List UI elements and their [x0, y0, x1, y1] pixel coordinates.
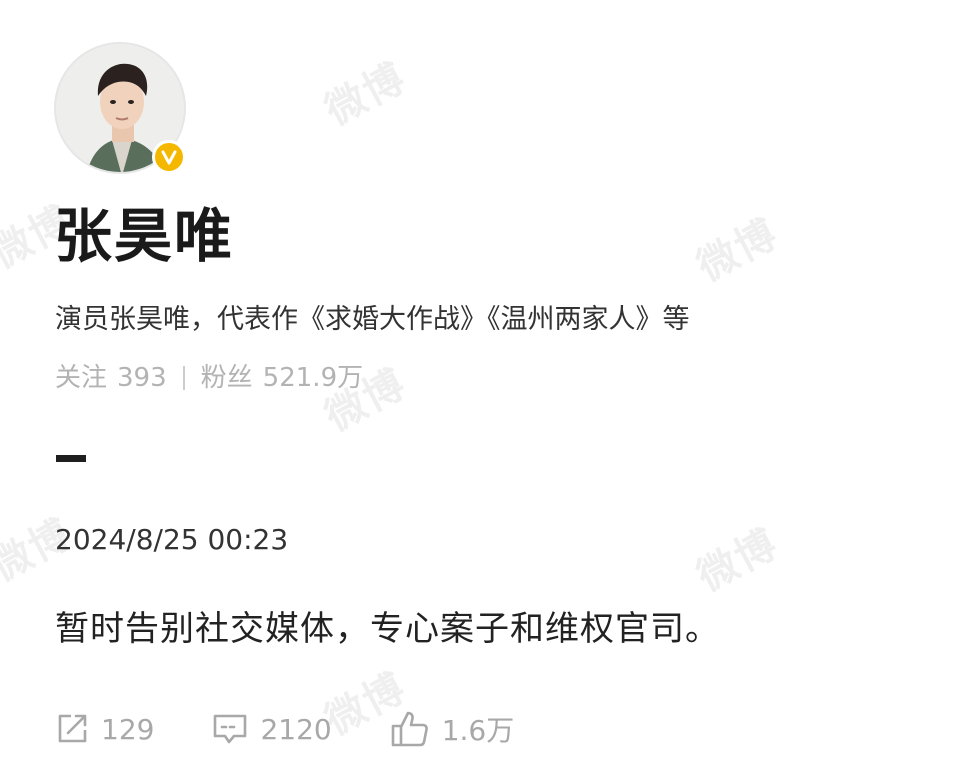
repost-icon	[58, 714, 87, 743]
post-actions: 129 2120 1.6万	[55, 705, 514, 753]
watermark: 微博	[689, 210, 786, 291]
post-timestamp: 2024/8/25 00:23	[55, 523, 289, 556]
verified-badge	[152, 140, 186, 174]
thumbs-up-icon	[391, 711, 428, 747]
post-text: 暂时告别社交媒体，专心案子和维权官司。	[55, 609, 720, 649]
repost-count: 129	[101, 712, 155, 746]
section-dash	[56, 455, 86, 462]
watermark: 微博	[317, 54, 414, 135]
profile-name[interactable]: 张昊唯	[54, 198, 234, 274]
profile-bio: 演员张昊唯，代表作《求婚大作战》《温州两家人》等	[55, 304, 690, 335]
following-stat[interactable]: 关注 393	[55, 358, 167, 398]
like-button[interactable]: 1.6万	[390, 709, 515, 749]
like-count: 1.6万	[441, 714, 515, 747]
followers-stat[interactable]: 粉丝 521.9万	[201, 358, 363, 398]
comment-count: 2120	[260, 712, 332, 746]
comment-button[interactable]: 2120	[212, 712, 332, 746]
comment-icon	[214, 714, 247, 744]
followers-label: 粉丝	[200, 363, 253, 393]
watermark: 微博	[689, 520, 786, 601]
following-label: 关注	[55, 363, 108, 393]
followers-count: 521.9万	[262, 363, 364, 393]
profile-stats: 关注 393 粉丝 521.9万	[55, 358, 363, 398]
repost-button[interactable]: 129	[55, 712, 154, 746]
stats-divider	[182, 366, 185, 390]
verified-v-icon	[161, 150, 177, 165]
following-count: 393	[117, 363, 167, 393]
